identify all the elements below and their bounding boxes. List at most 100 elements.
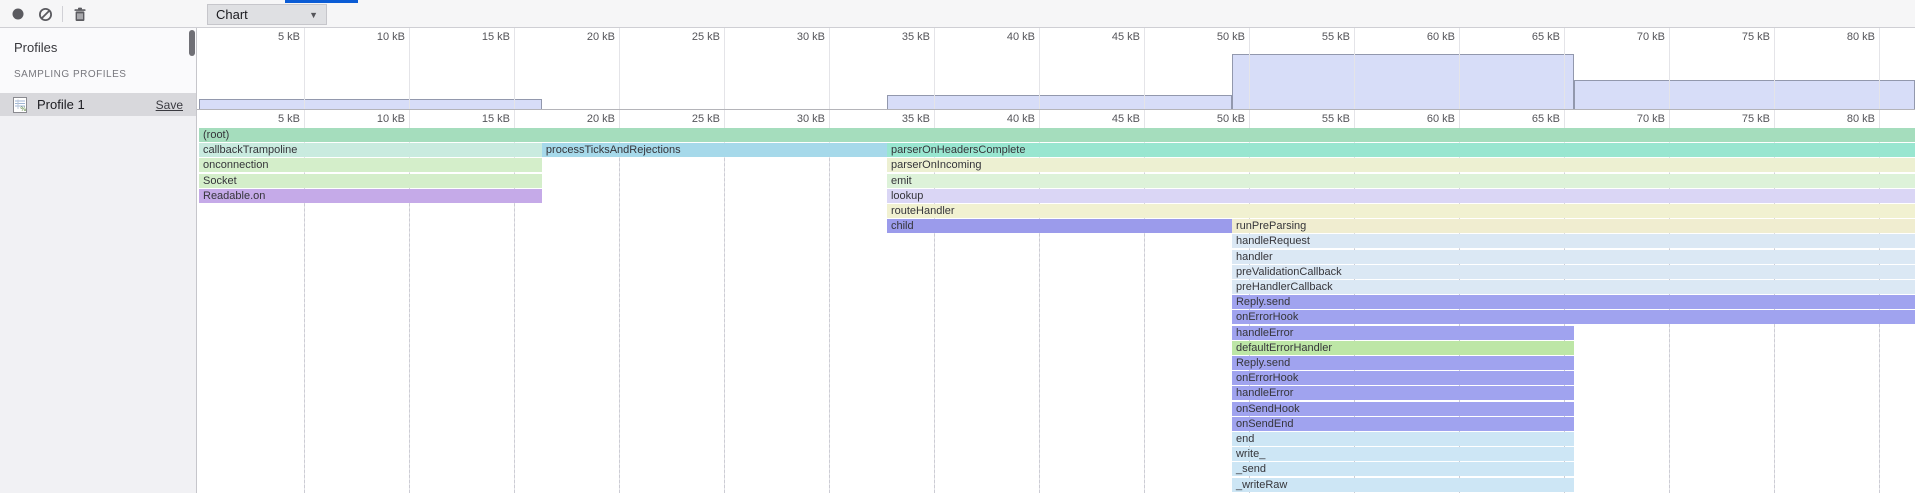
overview-allocation-step	[887, 95, 1232, 109]
flame-bar-onconnection[interactable]: onconnection	[199, 158, 542, 172]
flame-bar-defaulterrorhandler[interactable]: defaultErrorHandler	[1232, 341, 1574, 355]
scrollbar-thumb[interactable]	[189, 30, 195, 56]
flame-bar-onerrorhook[interactable]: onErrorHook	[1232, 310, 1915, 324]
gridline	[1564, 28, 1565, 109]
axis-tick-label: 50 kB	[1217, 31, 1245, 43]
axis-tick-label: 20 kB	[587, 113, 615, 125]
flame-bar-prevalidationcallback[interactable]: preValidationCallback	[1232, 265, 1915, 279]
flame-bar-write[interactable]: write_	[1232, 447, 1574, 461]
axis-tick-label: 25 kB	[692, 113, 720, 125]
flame-bar-readable-on[interactable]: Readable.on	[199, 189, 542, 203]
gridline	[1774, 28, 1775, 109]
axis-tick-label: 75 kB	[1742, 113, 1770, 125]
flame-bar-end[interactable]: end	[1232, 432, 1574, 446]
record-button[interactable]	[7, 3, 29, 25]
gridline	[724, 28, 725, 109]
flame-bar-send[interactable]: _send	[1232, 462, 1574, 476]
sidebar-scrollbar[interactable]	[189, 30, 195, 150]
flame-bar-emit[interactable]: emit	[887, 174, 1915, 188]
gridline	[619, 28, 620, 109]
flame-bar-parseronincoming[interactable]: parserOnIncoming	[887, 158, 1915, 172]
gridline	[1354, 28, 1355, 109]
flame-bar-handleerror[interactable]: handleError	[1232, 326, 1574, 340]
delete-profile-button[interactable]	[69, 3, 91, 25]
axis-tick-label: 40 kB	[1007, 31, 1035, 43]
axis-tick-label: 25 kB	[692, 31, 720, 43]
axis-tick-label: 45 kB	[1112, 31, 1140, 43]
flame-bar-runpreparsing[interactable]: runPreParsing	[1232, 219, 1915, 233]
overview-allocation-step	[1574, 80, 1915, 109]
axis-tick-label: 35 kB	[902, 113, 930, 125]
gridline	[1669, 28, 1670, 109]
flame-bar-onsendhook[interactable]: onSendHook	[1232, 402, 1574, 416]
axis-tick-label: 15 kB	[482, 31, 510, 43]
flame-bar-handlerequest[interactable]: handleRequest	[1232, 234, 1915, 248]
gridline	[1879, 28, 1880, 109]
gridline	[1039, 28, 1040, 109]
axis-tick-label: 80 kB	[1847, 31, 1875, 43]
flame-bar-lookup[interactable]: lookup	[887, 189, 1915, 203]
axis-tick-label: 70 kB	[1637, 113, 1665, 125]
memory-tool-panel: Chart ▼ Profiles SAMPLING PROFILES % Pro…	[0, 0, 1915, 493]
flame-bar-socket[interactable]: Socket	[199, 174, 542, 188]
flame-bar-onsendend[interactable]: onSendEnd	[1232, 417, 1574, 431]
gridline	[514, 28, 515, 109]
profile-name: Profile 1	[37, 97, 156, 112]
profile-list-item[interactable]: % Profile 1 Save	[0, 93, 196, 116]
flame-bar-writeraw[interactable]: _writeRaw	[1232, 478, 1574, 492]
axis-tick-label: 55 kB	[1322, 113, 1350, 125]
overview-allocation-step	[199, 99, 542, 109]
chevron-down-icon: ▼	[309, 10, 318, 20]
gridline	[829, 128, 830, 493]
flame-bar-prehandlercallback[interactable]: preHandlerCallback	[1232, 280, 1915, 294]
flame-bar-parseronheaderscomplete[interactable]: parserOnHeadersComplete	[887, 143, 1915, 157]
axis-tick-label: 45 kB	[1112, 113, 1140, 125]
flame-bar-handler[interactable]: handler	[1232, 250, 1915, 264]
axis-tick-label: 60 kB	[1427, 31, 1455, 43]
axis-tick-label: 65 kB	[1532, 113, 1560, 125]
clear-button[interactable]	[34, 3, 56, 25]
chart-view-select[interactable]: Chart ▼	[207, 4, 327, 25]
flame-bar-processticksandrejections[interactable]: processTicksAndRejections	[542, 143, 887, 157]
axis-tick-label: 20 kB	[587, 31, 615, 43]
record-icon	[11, 7, 25, 21]
axis-tick-label: 65 kB	[1532, 31, 1560, 43]
flame-bar-child[interactable]: child	[887, 219, 1232, 233]
flame-bar-onerrorhook[interactable]: onErrorHook	[1232, 371, 1574, 385]
save-profile-link[interactable]: Save	[156, 98, 183, 112]
sidebar-title: Profiles	[14, 40, 57, 55]
overview-allocation-step	[1232, 54, 1574, 109]
sampling-profiles-section-label: SAMPLING PROFILES	[14, 69, 126, 80]
gridline	[1459, 28, 1460, 109]
profiles-sidebar: Profiles SAMPLING PROFILES % Profile 1 S…	[0, 28, 197, 493]
axis-tick-label: 70 kB	[1637, 31, 1665, 43]
flame-bar-reply-send[interactable]: Reply.send	[1232, 356, 1574, 370]
gridline	[829, 28, 830, 109]
axis-tick-label: 60 kB	[1427, 113, 1455, 125]
toolbar-separator	[62, 6, 63, 22]
block-icon	[38, 7, 53, 22]
axis-tick-label: 80 kB	[1847, 113, 1875, 125]
trash-icon	[73, 7, 87, 22]
gridline	[1249, 28, 1250, 109]
axis-tick-label: 5 kB	[278, 31, 300, 43]
svg-text:%: %	[20, 105, 26, 113]
axis-tick-label: 75 kB	[1742, 31, 1770, 43]
flame-bar-reply-send[interactable]: Reply.send	[1232, 295, 1915, 309]
axis-tick-label: 5 kB	[278, 113, 300, 125]
axis-tick-label: 50 kB	[1217, 113, 1245, 125]
axis-tick-label: 30 kB	[797, 113, 825, 125]
flame-bar-routehandler[interactable]: routeHandler	[887, 204, 1915, 218]
sidebar-header-area	[0, 28, 196, 93]
flame-bar-root[interactable]: (root)	[199, 128, 1915, 142]
chart-view-select-value: Chart	[216, 7, 248, 22]
profile-document-icon: %	[12, 97, 28, 113]
gridline	[724, 128, 725, 493]
toolbar: Chart ▼	[0, 0, 1915, 28]
flame-bar-handleerror[interactable]: handleError	[1232, 386, 1574, 400]
axis-tick-label: 30 kB	[797, 31, 825, 43]
gridline	[409, 28, 410, 109]
flame-bar-callbacktrampoline[interactable]: callbackTrampoline	[199, 143, 542, 157]
gridline	[934, 28, 935, 109]
flame-chart-area: (root)callbackTrampolineprocessTicksAndR…	[197, 28, 1915, 493]
